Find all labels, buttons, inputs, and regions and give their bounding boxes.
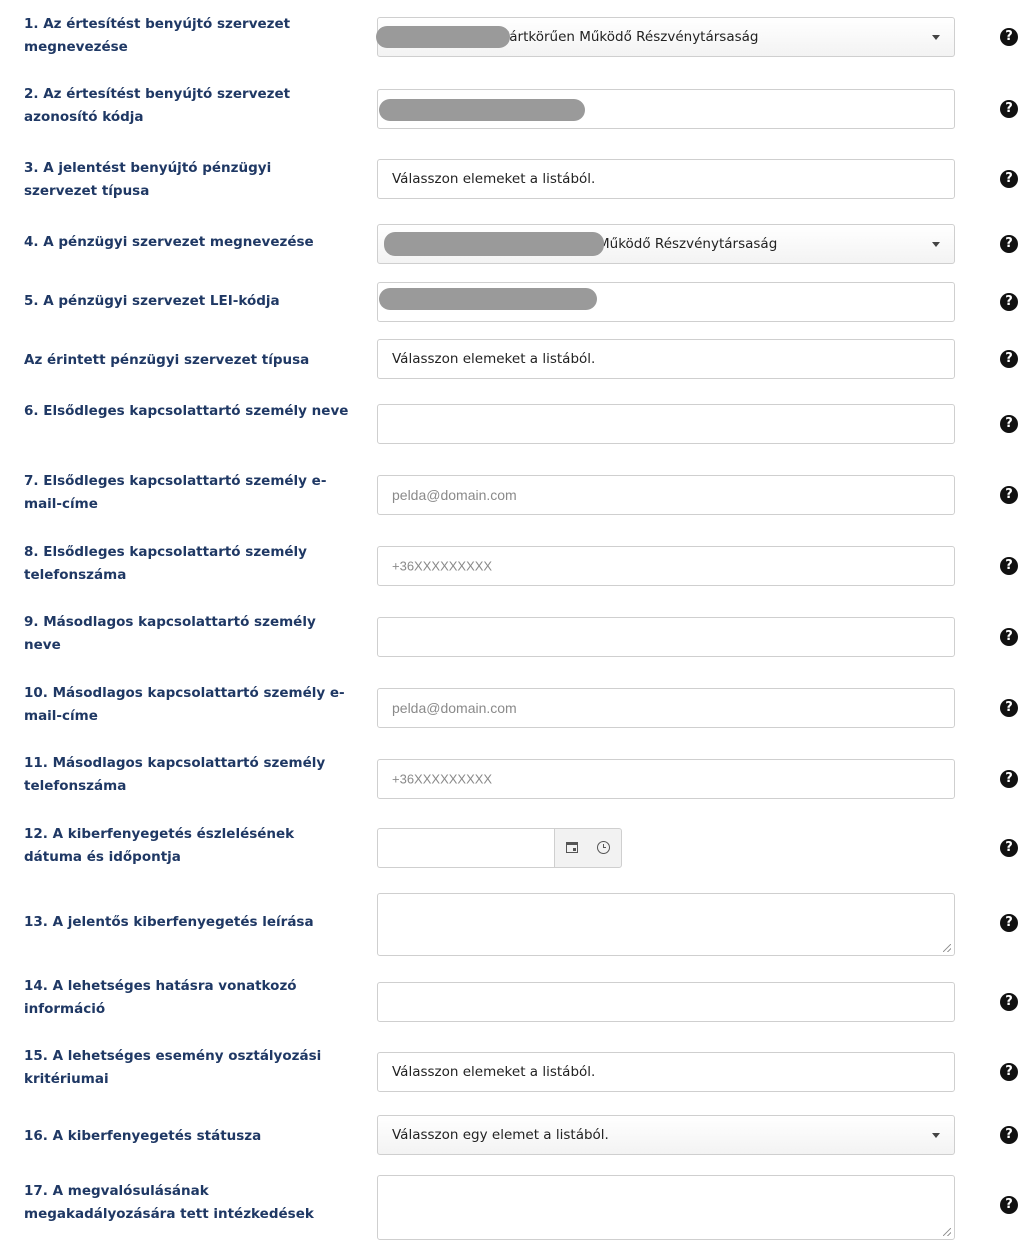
field-label-6: 6. Elsődleges kapcsolattartó személy nev… bbox=[24, 403, 349, 419]
redaction bbox=[376, 26, 510, 48]
secondary-contact-phone-input[interactable]: +36XXXXXXXXX bbox=[377, 759, 955, 799]
redaction bbox=[379, 99, 585, 121]
financial-entity-select[interactable]: Működő Részvénytársaság bbox=[377, 224, 955, 264]
help-icon[interactable]: ? bbox=[1000, 28, 1018, 46]
select-value: Válasszon egy elemet a listából. bbox=[392, 1127, 609, 1143]
field-label-9: 9. Másodlagos kapcsolattartó személy nev… bbox=[24, 614, 316, 653]
classification-criteria-multiselect[interactable]: Válasszon elemeket a listából. bbox=[377, 1052, 955, 1092]
help-icon[interactable]: ? bbox=[1000, 770, 1018, 788]
threat-status-select[interactable]: Válasszon egy elemet a listából. bbox=[377, 1115, 955, 1155]
resize-grip-icon[interactable] bbox=[943, 944, 951, 952]
select-value: Zártkörűen Működő Részvénytársaság bbox=[500, 29, 759, 45]
multiselect-placeholder: Válasszon elemeket a listából. bbox=[392, 171, 596, 187]
chevron-down-icon bbox=[932, 1133, 940, 1138]
lei-code-input[interactable] bbox=[377, 282, 955, 322]
clock-icon[interactable] bbox=[597, 841, 610, 854]
phone-placeholder: +36XXXXXXXXX bbox=[392, 558, 493, 574]
affected-entity-type-multiselect[interactable]: Válasszon elemeket a listából. bbox=[377, 339, 955, 379]
threat-description-textarea[interactable] bbox=[377, 893, 955, 956]
help-icon[interactable]: ? bbox=[1000, 557, 1018, 575]
help-icon[interactable]: ? bbox=[1000, 914, 1018, 932]
prevention-measures-textarea[interactable] bbox=[377, 1175, 955, 1240]
redaction bbox=[384, 232, 604, 256]
help-icon[interactable]: ? bbox=[1000, 993, 1018, 1011]
help-icon[interactable]: ? bbox=[1000, 699, 1018, 717]
primary-contact-name-input[interactable] bbox=[377, 404, 955, 444]
field-label-11: 11. Másodlagos kapcsolattartó személy te… bbox=[24, 755, 326, 794]
help-icon[interactable]: ? bbox=[1000, 415, 1018, 433]
field-label-7: 7. Elsődleges kapcsolattartó személy e-m… bbox=[24, 473, 327, 512]
submitting-organization-select[interactable]: Zártkörűen Működő Részvénytársaság bbox=[376, 17, 955, 57]
field-label-15: 15. A lehetséges esemény osztályozási kr… bbox=[24, 1048, 322, 1087]
redaction bbox=[379, 288, 597, 310]
chevron-down-icon bbox=[932, 242, 940, 247]
field-label-2: 2. Az értesítést benyújtó szervezet azon… bbox=[24, 86, 291, 125]
help-icon[interactable]: ? bbox=[1000, 1196, 1018, 1214]
multiselect-placeholder: Válasszon elemeket a listából. bbox=[392, 1064, 596, 1080]
field-label-affected-type: Az érintett pénzügyi szervezet típusa bbox=[24, 352, 310, 368]
detection-datetime-input[interactable] bbox=[377, 828, 554, 868]
help-icon[interactable]: ? bbox=[1000, 170, 1018, 188]
field-label-13: 13. A jelentős kiberfenyegetés leírása bbox=[24, 914, 314, 930]
help-icon[interactable]: ? bbox=[1000, 486, 1018, 504]
help-icon[interactable]: ? bbox=[1000, 839, 1018, 857]
primary-contact-email-input[interactable]: pelda@domain.com bbox=[377, 475, 955, 515]
reporting-entity-type-multiselect[interactable]: Válasszon elemeket a listából. bbox=[377, 159, 955, 199]
help-icon[interactable]: ? bbox=[1000, 350, 1018, 368]
chevron-down-icon bbox=[932, 35, 940, 40]
primary-contact-phone-input[interactable]: +36XXXXXXXXX bbox=[377, 546, 955, 586]
datetime-picker-addon[interactable] bbox=[554, 828, 622, 868]
email-placeholder: pelda@domain.com bbox=[392, 487, 517, 503]
field-label-12: 12. A kiberfenyegetés észlelésének dátum… bbox=[24, 826, 295, 865]
organization-id-input[interactable] bbox=[377, 89, 955, 129]
calendar-icon[interactable] bbox=[566, 842, 578, 853]
potential-impact-input[interactable] bbox=[377, 982, 955, 1022]
field-label-8: 8. Elsődleges kapcsolattartó személy tel… bbox=[24, 544, 307, 583]
resize-grip-icon[interactable] bbox=[943, 1228, 951, 1236]
help-icon[interactable]: ? bbox=[1000, 293, 1018, 311]
secondary-contact-email-input[interactable]: pelda@domain.com bbox=[377, 688, 955, 728]
field-label-3: 3. A jelentést benyújtó pénzügyi szervez… bbox=[24, 160, 272, 199]
help-icon[interactable]: ? bbox=[1000, 1063, 1018, 1081]
field-label-5: 5. A pénzügyi szervezet LEI-kódja bbox=[24, 293, 280, 309]
help-icon[interactable]: ? bbox=[1000, 1126, 1018, 1144]
phone-placeholder: +36XXXXXXXXX bbox=[392, 771, 493, 787]
field-label-1: 1. Az értesítést benyújtó szervezet megn… bbox=[24, 16, 291, 55]
field-label-16: 16. A kiberfenyegetés státusza bbox=[24, 1128, 262, 1144]
email-placeholder: pelda@domain.com bbox=[392, 700, 517, 716]
field-label-14: 14. A lehetséges hatásra vonatkozó infor… bbox=[24, 978, 297, 1017]
multiselect-placeholder: Válasszon elemeket a listából. bbox=[392, 351, 596, 367]
field-label-10: 10. Másodlagos kapcsolattartó személy e-… bbox=[24, 685, 345, 724]
help-icon[interactable]: ? bbox=[1000, 628, 1018, 646]
field-label-17: 17. A megvalósulásának megakadályozására… bbox=[24, 1183, 314, 1222]
secondary-contact-name-input[interactable] bbox=[377, 617, 955, 657]
field-label-4: 4. A pénzügyi szervezet megnevezése bbox=[24, 234, 314, 250]
select-value: Működő Részvénytársaság bbox=[598, 236, 778, 252]
help-icon[interactable]: ? bbox=[1000, 235, 1018, 253]
help-icon[interactable]: ? bbox=[1000, 100, 1018, 118]
